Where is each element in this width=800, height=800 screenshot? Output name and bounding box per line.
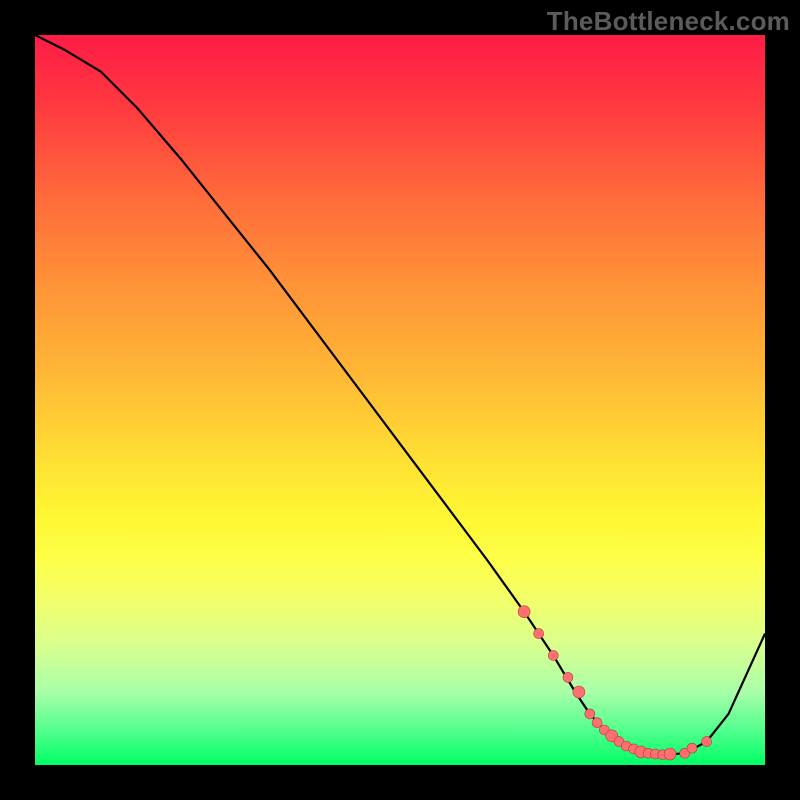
marker-dot <box>592 718 602 728</box>
watermark-text: TheBottleneck.com <box>547 6 790 37</box>
marker-dot <box>585 709 595 719</box>
marker-dot <box>548 651 558 661</box>
marker-dot <box>664 748 676 760</box>
marker-dot <box>563 672 573 682</box>
marker-dot <box>518 606 530 618</box>
chart-frame: TheBottleneck.com <box>0 0 800 800</box>
chart-svg <box>35 35 765 765</box>
marker-dot <box>687 743 697 753</box>
marker-dot <box>702 737 712 747</box>
marker-dot <box>534 629 544 639</box>
marker-group <box>518 606 712 760</box>
plot-area <box>35 35 765 765</box>
curve-line <box>35 35 765 755</box>
marker-dot <box>573 686 585 698</box>
